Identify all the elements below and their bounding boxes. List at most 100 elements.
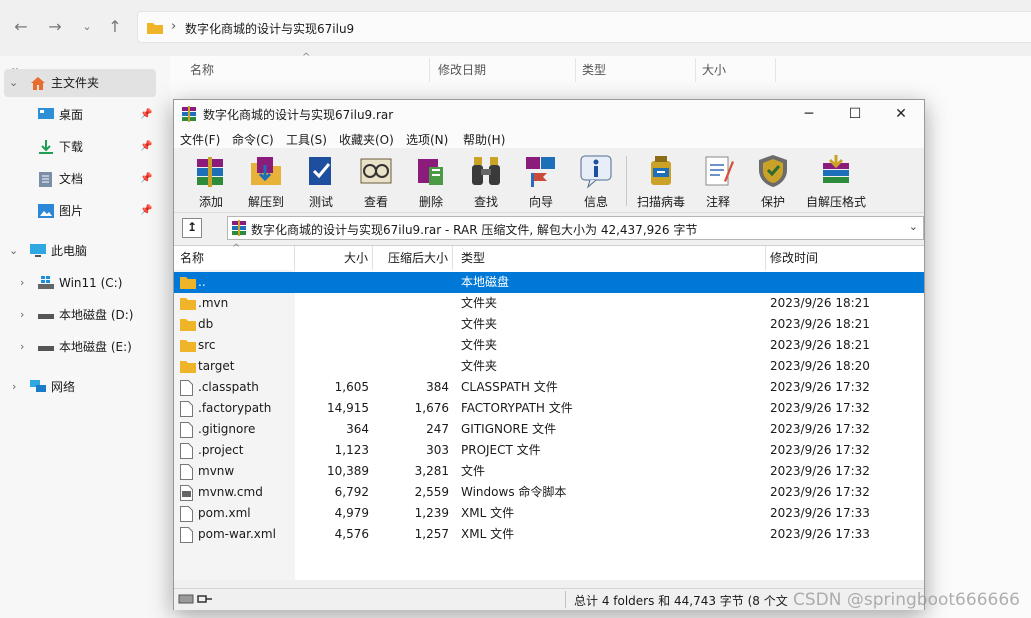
recent-chevron-icon[interactable]: ⌄ bbox=[74, 14, 100, 40]
file-name: db bbox=[198, 317, 214, 331]
col-header-label: 修改时间 bbox=[770, 251, 819, 265]
tool-info-button[interactable]: 信息 bbox=[569, 153, 623, 211]
file-icon bbox=[180, 506, 193, 522]
explorer-col-size[interactable]: 大小 bbox=[696, 58, 776, 82]
download-icon bbox=[39, 140, 53, 154]
file-size: 1,123 bbox=[334, 443, 369, 457]
file-row[interactable]: target 文件夹 2023/9/26 18:20 bbox=[174, 356, 924, 377]
file-row[interactable]: .. 本地磁盘 bbox=[174, 272, 924, 293]
file-row[interactable]: pom.xml 4,979 1,239 XML 文件 2023/9/26 17:33 bbox=[174, 503, 924, 524]
tool-label: 自解压格式 bbox=[805, 195, 866, 209]
col-header-modified[interactable]: 修改时间 bbox=[766, 246, 924, 270]
forward-arrow-icon[interactable]: → bbox=[42, 14, 68, 40]
expand-chevron-icon[interactable]: ⌄ bbox=[9, 69, 18, 97]
sidebar-item-drive-e[interactable]: › 本地磁盘 (E:) bbox=[0, 333, 160, 361]
file-row[interactable]: .classpath 1,605 384 CLASSPATH 文件 2023/9/26 … bbox=[174, 377, 924, 398]
file-list: 名称 ^ 大小 压缩后大小 类型 修改时间 .. 本地磁盘 .mvn 文件夹 2023/… bbox=[174, 243, 924, 581]
tool-label: 信息 bbox=[583, 195, 608, 209]
expand-chevron-icon[interactable]: › bbox=[12, 373, 16, 401]
file-packed-size: 3,281 bbox=[414, 464, 449, 478]
folder-icon bbox=[180, 277, 196, 289]
sidebar-item-home[interactable]: ⌄ 主文件夹 bbox=[4, 69, 156, 97]
file-size: 4,979 bbox=[334, 506, 369, 520]
info-icon bbox=[580, 155, 612, 189]
file-type: Windows 命令脚本 bbox=[461, 485, 567, 499]
expand-chevron-icon[interactable]: › bbox=[20, 269, 24, 297]
pin-icon: 📌 bbox=[140, 109, 153, 120]
close-button[interactable]: ✕ bbox=[878, 100, 924, 128]
sidebar-label: 图片 bbox=[59, 204, 84, 218]
file-row[interactable]: .mvn 文件夹 2023/9/26 18:21 bbox=[174, 293, 924, 314]
sidebar-label: 本地磁盘 (E:) bbox=[59, 340, 132, 354]
sidebar-label: 本地磁盘 (D:) bbox=[59, 308, 134, 322]
sidebar-item-pictures[interactable]: 图片 📌 bbox=[0, 197, 160, 225]
file-packed-size bbox=[373, 293, 449, 314]
sidebar-item-drive-c[interactable]: › Win11 (C:) bbox=[0, 269, 160, 297]
dropdown-chevron-icon[interactable]: ⌄ bbox=[909, 220, 918, 233]
file-type: 本地磁盘 bbox=[461, 275, 510, 289]
sidebar-label: 文档 bbox=[59, 172, 84, 186]
archive-path-combobox[interactable]: 数字化商城的设计与实现67ilu9.rar - RAR 压缩文件, 解包大小为 … bbox=[227, 216, 924, 240]
sidebar-item-downloads[interactable]: 下载 📌 bbox=[0, 133, 160, 161]
menu-commands[interactable]: 命令(C) bbox=[232, 131, 274, 148]
file-icon bbox=[180, 443, 193, 459]
up-folder-button[interactable]: ↥ bbox=[182, 218, 202, 238]
file-size bbox=[295, 272, 369, 293]
file-row[interactable]: db 文件夹 2023/9/26 18:21 bbox=[174, 314, 924, 335]
col-header-label: 类型 bbox=[461, 251, 486, 265]
file-modified: 2023/9/26 17:32 bbox=[770, 443, 870, 457]
file-row[interactable]: .factorypath 14,915 1,676 FACTORYPATH 文件 202… bbox=[174, 398, 924, 419]
file-modified: 2023/9/26 18:21 bbox=[770, 317, 870, 331]
file-packed-size bbox=[373, 335, 449, 356]
sidebar-item-this-pc[interactable]: ⌄ 此电脑 bbox=[0, 237, 160, 265]
file-type: CLASSPATH 文件 bbox=[461, 380, 558, 394]
sidebar-item-drive-d[interactable]: › 本地磁盘 (D:) bbox=[0, 301, 160, 329]
tool-sfx-button[interactable]: 自解压格式 bbox=[806, 153, 866, 211]
back-arrow-icon[interactable]: ← bbox=[8, 14, 34, 40]
menu-help[interactable]: 帮助(H) bbox=[463, 131, 505, 148]
pin-icon: 📌 bbox=[140, 141, 153, 152]
explorer-toolbar: ← → ⌄ ↑ › 数字化商城的设计与实现67ilu9 bbox=[0, 0, 1031, 56]
menu-file[interactable]: 文件(F) bbox=[180, 131, 220, 148]
expand-chevron-icon[interactable]: › bbox=[20, 333, 24, 361]
file-name: .gitignore bbox=[198, 422, 256, 436]
computer-icon bbox=[30, 244, 46, 257]
explorer-col-type[interactable]: 类型 bbox=[576, 58, 696, 82]
menu-options[interactable]: 选项(N) bbox=[406, 131, 448, 148]
folder-icon bbox=[180, 298, 196, 310]
file-size bbox=[295, 314, 369, 335]
file-type: 文件 bbox=[461, 464, 486, 478]
file-packed-size: 1,676 bbox=[414, 401, 449, 415]
expand-chevron-icon[interactable]: ⌄ bbox=[9, 237, 18, 265]
breadcrumb-chevron-icon: › bbox=[171, 19, 177, 34]
file-row[interactable]: pom-war.xml 4,576 1,257 XML 文件 2023/9/26 17:… bbox=[174, 524, 924, 545]
maximize-button[interactable]: ☐ bbox=[832, 100, 878, 128]
tool-protect-button[interactable]: 保护 bbox=[746, 153, 800, 211]
file-name: .. bbox=[198, 275, 206, 289]
explorer-address-bar[interactable]: › 数字化商城的设计与实现67ilu9 bbox=[137, 11, 1031, 43]
wizard-icon bbox=[526, 157, 555, 187]
sidebar-item-documents[interactable]: 文档 📌 bbox=[0, 165, 160, 193]
file-type: 文件夹 bbox=[461, 317, 498, 331]
explorer-col-modified[interactable]: 修改日期 bbox=[432, 58, 576, 82]
menu-tools[interactable]: 工具(S) bbox=[286, 131, 327, 148]
sidebar-item-desktop[interactable]: 桌面 📌 bbox=[0, 101, 160, 129]
file-icon bbox=[180, 380, 193, 396]
col-header-size[interactable]: 大小 bbox=[295, 246, 373, 270]
file-row[interactable]: src 文件夹 2023/9/26 18:21 bbox=[174, 335, 924, 356]
drive-icon bbox=[38, 346, 54, 351]
col-header-packed[interactable]: 压缩后大小 bbox=[373, 246, 453, 270]
col-header-type[interactable]: 类型 bbox=[453, 246, 766, 270]
view-icon bbox=[360, 158, 392, 184]
sidebar-item-network[interactable]: › 网络 bbox=[0, 373, 160, 401]
file-modified: 2023/9/26 18:21 bbox=[770, 338, 870, 352]
file-row[interactable]: mvnw 10,389 3,281 文件 2023/9/26 17:32 bbox=[174, 461, 924, 482]
file-row[interactable]: .gitignore 364 247 GITIGNORE 文件 2023/9/26 17… bbox=[174, 419, 924, 440]
menu-favorites[interactable]: 收藏夹(O) bbox=[339, 131, 394, 148]
up-arrow-icon[interactable]: ↑ bbox=[102, 14, 128, 40]
tool-virus-scan-button[interactable]: 扫描病毒 bbox=[634, 153, 688, 211]
file-row[interactable]: mvnw.cmd 6,792 2,559 Windows 命令脚本 2023/9/26 … bbox=[174, 482, 924, 503]
file-row[interactable]: .project 1,123 303 PROJECT 文件 2023/9/26 17:3… bbox=[174, 440, 924, 461]
minimize-button[interactable]: ─ bbox=[786, 100, 832, 128]
expand-chevron-icon[interactable]: › bbox=[20, 301, 24, 329]
